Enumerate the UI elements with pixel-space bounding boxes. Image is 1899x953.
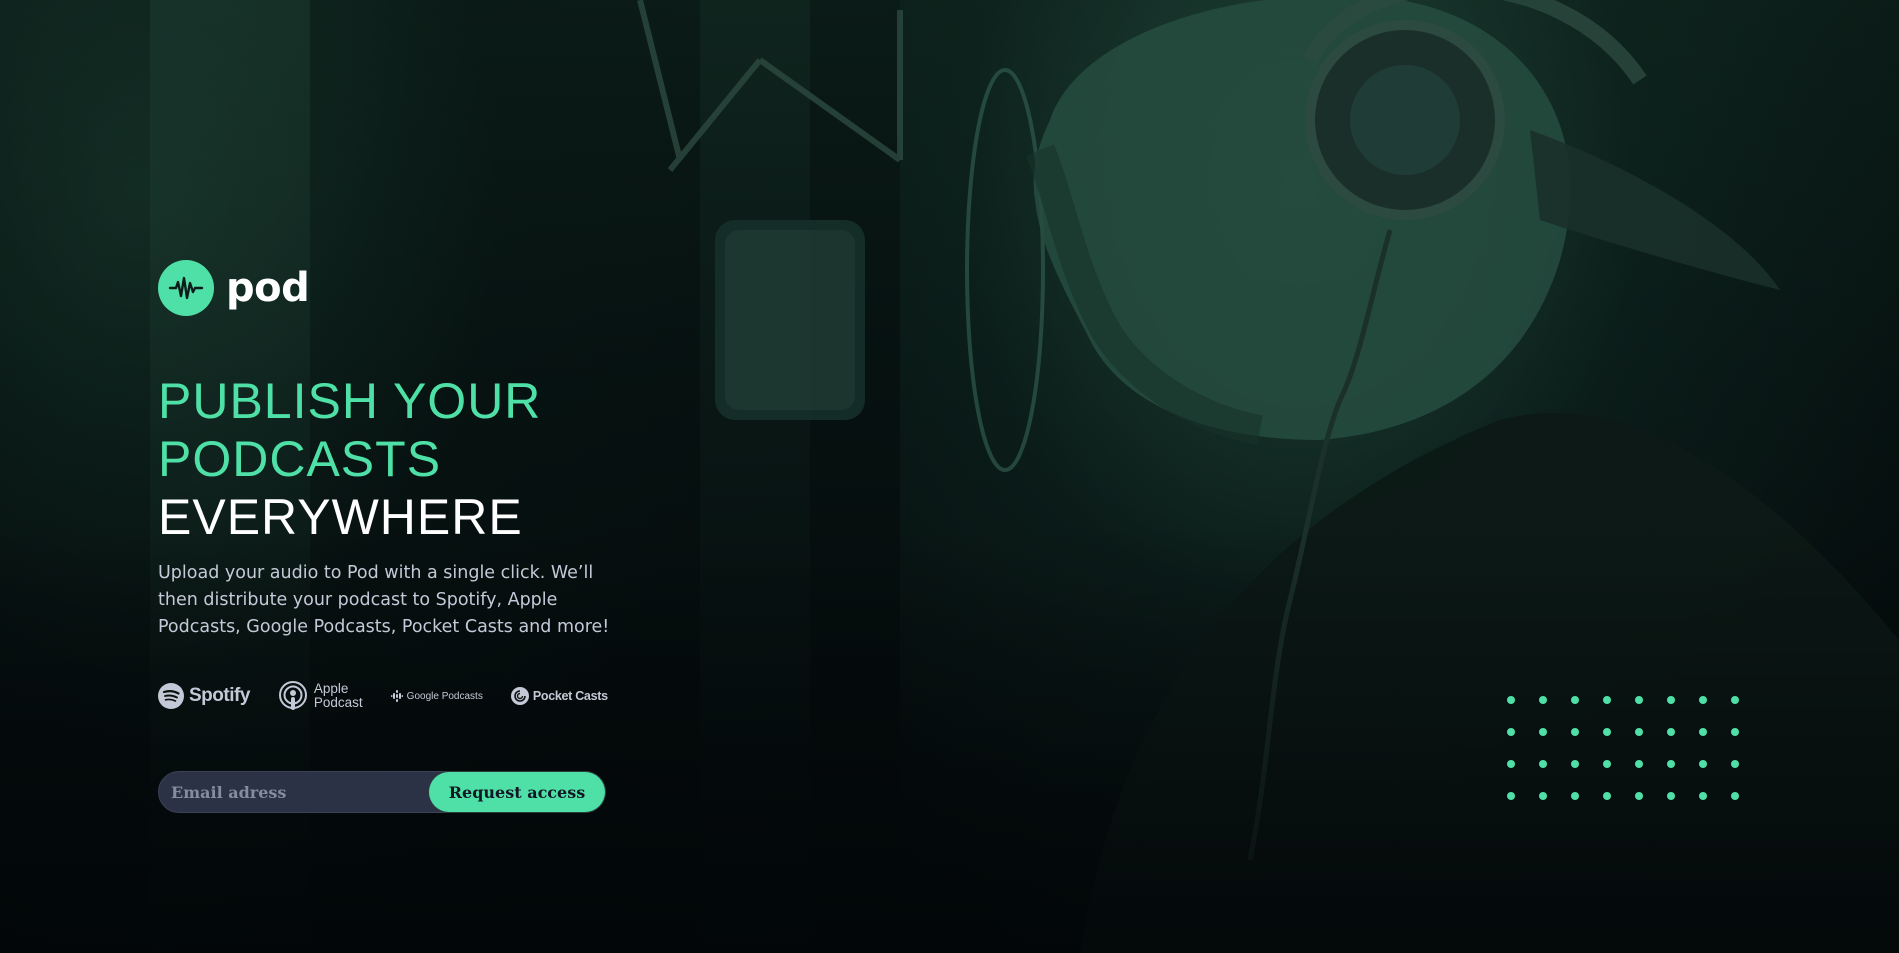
pocket-casts-label: Pocket Casts: [532, 689, 608, 703]
pocket-casts-logo: Pocket Casts: [510, 687, 608, 705]
grid-dot: [1571, 696, 1579, 704]
grid-dot: [1603, 696, 1611, 704]
email-input[interactable]: [159, 771, 429, 813]
dot-grid-decoration: [1507, 696, 1747, 808]
spotify-logo: Spotify: [158, 683, 250, 709]
grid-dot: [1635, 760, 1643, 768]
grid-dot: [1539, 760, 1547, 768]
grid-dot: [1571, 728, 1579, 736]
spotify-icon: [158, 683, 184, 709]
grid-dot: [1635, 728, 1643, 736]
grid-dot: [1539, 792, 1547, 800]
grid-dot: [1635, 696, 1643, 704]
grid-dot: [1635, 792, 1643, 800]
grid-dot: [1667, 792, 1675, 800]
grid-dot: [1539, 728, 1547, 736]
sound-wave-icon: [158, 260, 214, 316]
google-podcasts-label: Google Podcasts: [406, 690, 483, 702]
grid-dot: [1731, 792, 1739, 800]
grid-dot: [1571, 760, 1579, 768]
request-access-form: Request access: [158, 771, 606, 813]
apple-label-line-2: Podcast: [313, 695, 363, 710]
grid-dot: [1507, 728, 1515, 736]
headline-accent-line-1: PUBLISH YOUR: [158, 373, 542, 429]
page-title: PUBLISH YOUR PODCASTS EVERYWHERE: [158, 372, 541, 546]
grid-dot: [1699, 728, 1707, 736]
grid-dot: [1699, 760, 1707, 768]
apple-podcast-icon: [278, 681, 307, 710]
grid-dot: [1539, 696, 1547, 704]
apple-podcast-logo: Apple Podcast: [278, 680, 363, 712]
grid-dot: [1571, 792, 1579, 800]
spotify-label: Spotify: [189, 685, 250, 706]
headline-accent-line-2: PODCASTS: [158, 431, 442, 487]
grid-dot: [1603, 760, 1611, 768]
request-access-button[interactable]: Request access: [429, 772, 605, 812]
grid-dot: [1507, 792, 1515, 800]
grid-dot: [1667, 760, 1675, 768]
grid-dot: [1699, 696, 1707, 704]
google-podcasts-icon: [390, 690, 403, 702]
grid-dot: [1731, 696, 1739, 704]
landing-page: pod PUBLISH YOUR PODCASTS EVERYWHERE Upl…: [0, 0, 1899, 953]
grid-dot: [1603, 728, 1611, 736]
brand-name: pod: [226, 265, 310, 311]
google-podcasts-logo: Google Podcasts: [390, 690, 483, 702]
brand-logo[interactable]: pod: [158, 260, 310, 316]
grid-dot: [1667, 696, 1675, 704]
apple-label-line-1: Apple: [313, 681, 349, 696]
grid-dot: [1667, 728, 1675, 736]
hero-description: Upload your audio to Pod with a single c…: [158, 563, 610, 637]
grid-dot: [1699, 792, 1707, 800]
headline-white-line: EVERYWHERE: [158, 489, 523, 545]
grid-dot: [1731, 760, 1739, 768]
pocket-casts-icon: [510, 687, 529, 705]
grid-dot: [1603, 792, 1611, 800]
grid-dot: [1507, 696, 1515, 704]
grid-dot: [1731, 728, 1739, 736]
platform-logos: Spotify Apple Podcast Google Podcasts Po…: [158, 680, 636, 712]
grid-dot: [1507, 760, 1515, 768]
